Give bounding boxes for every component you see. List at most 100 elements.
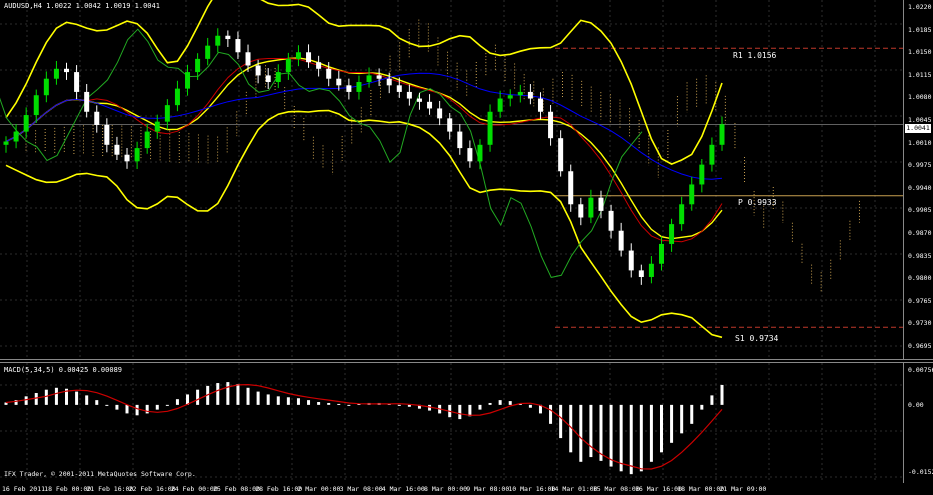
macd-bar [226, 382, 230, 405]
macd-panel[interactable]: MACD(5,34,5) 0.00425 0.00089 [0, 363, 903, 483]
candle-body [427, 101, 433, 109]
time-tick-label: 21 Mar 09:00 [719, 485, 767, 493]
candle-body [598, 197, 604, 211]
candle-body [608, 210, 614, 231]
macd-bar [498, 400, 502, 405]
price-tick-label: 0.9905 [908, 206, 932, 215]
macd-bar [175, 399, 179, 405]
kijun-line [5, 72, 723, 180]
macd-bar [216, 383, 220, 405]
macd-bar [700, 404, 704, 410]
candle-body [33, 95, 39, 116]
macd-tick-label: 0.00756 [908, 366, 933, 374]
macd-bar [478, 404, 482, 410]
candle-body [689, 184, 695, 205]
macd-bar [34, 393, 38, 405]
macd-bar [559, 404, 563, 439]
price-tick-label: 0.9975 [908, 161, 932, 170]
candle-body [23, 115, 29, 132]
macd-bar [54, 387, 58, 405]
candle-body [174, 88, 180, 106]
candle-body [43, 78, 49, 96]
time-tick-label: 14 Mar 01:00 [550, 485, 598, 493]
price-tick-label: 0.9940 [908, 183, 932, 192]
current-price-badge: 1.0041 [905, 124, 931, 133]
macd-bar [276, 396, 280, 405]
macd-bar [105, 404, 109, 406]
candle-body [447, 118, 453, 132]
candle-body [124, 154, 130, 162]
macd-bar [246, 387, 250, 405]
time-tick-label: 3 Mar 08:00 [339, 485, 383, 493]
macd-bar [528, 404, 532, 408]
candle-body [457, 131, 463, 149]
candle-body [406, 91, 412, 99]
time-tick-label: 9 Mar 08:00 [466, 485, 510, 493]
time-tick-label: 18 Feb 00:00 [44, 485, 92, 493]
candle-body [719, 124, 725, 145]
macd-bar [397, 404, 401, 406]
price-tick-label: 1.0150 [908, 48, 932, 57]
macd-bar [659, 404, 663, 453]
price-chart[interactable]: AUDUSD,H4 1.0022 1.0042 1.0019 1.0041 R1… [0, 0, 903, 359]
time-tick-label: 22 Feb 16:00 [128, 485, 176, 493]
time-tick-label: 18 Mar 00:00 [677, 485, 725, 493]
candle-body [225, 35, 231, 40]
macd-bar [488, 402, 492, 405]
candle-body [467, 148, 473, 162]
macd-bar [317, 402, 321, 405]
macd-bar [196, 389, 200, 405]
candle-body [658, 243, 664, 264]
macd-bar [508, 401, 512, 405]
macd-bar [115, 404, 119, 410]
candle-body [134, 148, 140, 162]
price-tick-label: 1.0080 [908, 93, 932, 102]
macd-bar [680, 404, 684, 434]
candle-body [497, 98, 503, 112]
macd-axis[interactable]: 0.00756 0.00 -0.0152 [903, 363, 933, 483]
time-tick-label: 4 Mar 16:00 [381, 485, 425, 493]
candle-body [638, 270, 644, 277]
time-tick-label: 15 Mar 08:00 [592, 485, 640, 493]
time-tick-label: 16 Feb 2011 [2, 485, 46, 493]
macd-bar [75, 391, 79, 405]
macd-bar [720, 384, 724, 405]
macd-bar [589, 404, 593, 458]
candle-body [618, 230, 624, 251]
candle-body [205, 45, 211, 59]
candle-body [326, 68, 332, 79]
time-tick-label: 28 Feb 16:00 [255, 485, 303, 493]
candle-body [13, 131, 19, 142]
macd-bar [155, 404, 159, 410]
candle-body [487, 111, 493, 145]
candle-body [306, 52, 312, 63]
candle-body [285, 58, 291, 73]
time-tick-label: 2 Mar 00:00 [297, 485, 341, 493]
candle-body [74, 72, 80, 92]
macd-canvas[interactable] [0, 363, 903, 483]
macd-bar [579, 404, 583, 462]
time-axis[interactable]: 16 Feb 2011 18 Feb 00:00 21 Feb 16:00 22 Fe… [0, 483, 933, 495]
macd-bar [690, 404, 694, 424]
price-tick-label: 1.0185 [908, 25, 932, 34]
mt4-chart-window[interactable]: AUDUSD,H4 1.0022 1.0042 1.0019 1.0041 R1… [0, 0, 933, 495]
candle-body [346, 85, 352, 92]
macd-bar [125, 404, 129, 414]
candle-body [195, 58, 201, 73]
pivot-p-label: P 0.9933 [738, 198, 777, 207]
candle-body [679, 204, 685, 225]
price-axis[interactable]: 1.0220 1.0185 1.0150 1.0115 1.0080 1.0045 1.00… [903, 0, 933, 359]
candle-body [558, 138, 564, 172]
pivot-r1-label: R1 1.0156 [733, 51, 777, 60]
macd-bar [256, 391, 260, 405]
macd-bar [407, 404, 411, 407]
macd-bar [236, 383, 240, 405]
macd-tick-label: 0.00 [908, 401, 924, 409]
price-tick-label: 1.0220 [908, 3, 932, 11]
candle-body [275, 72, 281, 83]
macd-bar [327, 402, 331, 405]
macd-bar [337, 403, 341, 405]
candle-body [527, 91, 533, 99]
candle-body [164, 105, 170, 122]
candle-body [265, 75, 271, 83]
